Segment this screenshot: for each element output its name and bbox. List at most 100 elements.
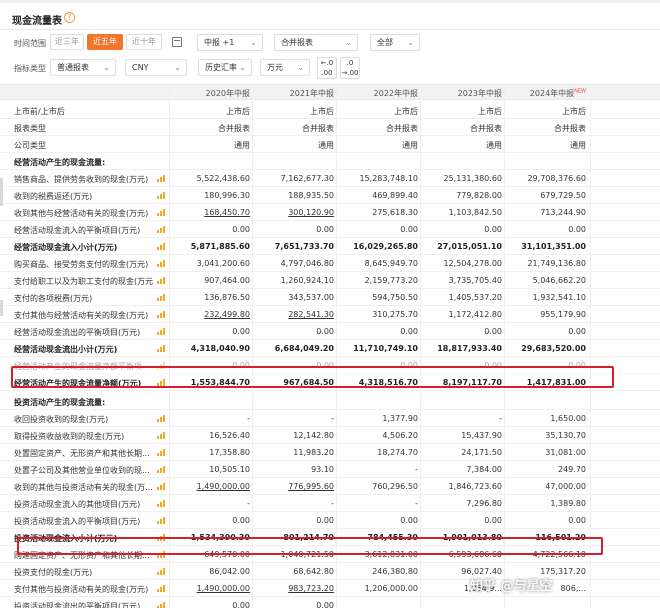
chart-icon[interactable] xyxy=(157,482,166,490)
chart-icon[interactable] xyxy=(157,601,166,608)
row-label: 收到其他与经营活动有关的现金(万元) xyxy=(14,209,149,218)
unit-select[interactable]: 万元 ⌄ xyxy=(260,59,310,76)
table-cell: 594,750.50 xyxy=(372,293,418,302)
chart-icon[interactable] xyxy=(157,310,166,318)
table-cell[interactable]: 1,490,000.00 xyxy=(170,584,250,593)
chart-icon[interactable] xyxy=(157,550,166,558)
row-label: 经营活动产生的现金流量: xyxy=(14,158,106,167)
chart-icon[interactable] xyxy=(157,361,166,369)
chart-icon[interactable] xyxy=(157,293,166,301)
table-row: 支付其他与经营活动有关的现金(万元) 232,499.80 282,541.30 31… xyxy=(0,306,660,323)
table-row: 公司类型 通用 通用 通用 通用 通用 xyxy=(0,136,660,153)
table-cell: 通用 xyxy=(234,141,250,150)
scope-select-value: 全部 xyxy=(377,38,393,47)
table-cell: 86,042.00 xyxy=(209,567,250,576)
chart-icon[interactable] xyxy=(157,378,166,386)
column-header[interactable]: 2023年中报 xyxy=(421,88,502,99)
chart-icon[interactable] xyxy=(157,242,166,250)
currency-select[interactable]: CNY ⌄ xyxy=(125,59,187,76)
row-label: 处置子公司及其他营业单位收到的现... xyxy=(14,466,150,475)
chart-icon[interactable] xyxy=(157,208,166,216)
chart-icon[interactable] xyxy=(157,533,166,541)
period-select-value: 中报 +1 xyxy=(204,38,235,47)
decrease-decimal-button[interactable]: ←.0.00 xyxy=(317,57,337,79)
chart-icon[interactable] xyxy=(157,465,166,473)
help-icon[interactable]: ? xyxy=(64,12,75,23)
table-cell: 4,797,046.80 xyxy=(280,259,334,268)
table-cell: - xyxy=(331,499,334,508)
scroll-handle[interactable] xyxy=(0,178,3,206)
row-label: 经营活动现金流入小计(万元) xyxy=(14,243,118,252)
fx-select[interactable]: 历史汇率 ⌄ xyxy=(198,59,252,76)
column-header[interactable]: 2021年中报 xyxy=(253,88,334,99)
table-cell: 0.00 xyxy=(400,327,418,336)
chart-icon[interactable] xyxy=(157,225,166,233)
table-row: 上市前/上市后 上市后 上市后 上市后 上市后 上市后 xyxy=(0,102,660,119)
column-header[interactable]: 2022年中报 xyxy=(337,88,418,99)
chart-icon[interactable] xyxy=(157,174,166,182)
chart-icon[interactable] xyxy=(157,516,166,524)
table-cell: 4,722,566.10 xyxy=(532,550,586,559)
chart-icon[interactable] xyxy=(157,431,166,439)
time-option-3y[interactable]: 近三年 xyxy=(50,34,84,50)
chart-icon[interactable] xyxy=(157,499,166,507)
table-cell[interactable]: 983,723.20 xyxy=(253,584,334,593)
chart-icon[interactable] xyxy=(157,448,166,456)
table-row: 经营活动现金流出小计(万元) 4,318,040.90 6,684,049.20 11… xyxy=(0,340,660,357)
table-cell: 1,172,412.80 xyxy=(448,310,502,319)
chart-icon[interactable] xyxy=(157,414,166,422)
chart-icon[interactable] xyxy=(157,567,166,575)
chart-icon[interactable] xyxy=(157,276,166,284)
table-cell[interactable]: 168,450.70 xyxy=(170,208,250,217)
table-cell: 907,464.00 xyxy=(204,276,250,285)
calendar-icon[interactable] xyxy=(172,37,182,47)
table-cell[interactable]: 776,995.60 xyxy=(253,482,334,491)
column-divider xyxy=(169,84,170,608)
time-option-5y[interactable]: 近五年 xyxy=(87,34,123,50)
table-cell[interactable]: 232,499.80 xyxy=(170,310,250,319)
table-cell: 通用 xyxy=(486,141,502,150)
column-header[interactable]: 2020年中报 xyxy=(170,88,250,99)
table-cell[interactable]: 282,541.30 xyxy=(253,310,334,319)
table-row: 经营活动产生的现金流量净额平衡项 0.00 0.00 0.00 0.00 0.00 xyxy=(0,357,660,374)
table-cell: 0.00 xyxy=(568,361,586,370)
table-cell: 0.00 xyxy=(316,361,334,370)
chevron-down-icon: ⌄ xyxy=(345,38,352,47)
chart-icon[interactable] xyxy=(157,259,166,267)
table-row: 购建固定资产、无形资产和其他长期... 649,570.00 1,040,721.5… xyxy=(0,546,660,563)
table-row: 收到的其他与投资活动有关的现金(万... 1,490,000.00 776,995.… xyxy=(0,478,660,495)
table-cell[interactable]: 1,490,000.00 xyxy=(170,482,250,491)
table-cell[interactable]: 300,120.90 xyxy=(253,208,334,217)
table-row: 支付给职工以及为职工支付的现金(万元) 907,464.00 1,260,924.1… xyxy=(0,272,660,289)
decimal-label: .0 xyxy=(346,59,354,67)
time-option-10y[interactable]: 近十年 xyxy=(126,34,162,50)
period-select[interactable]: 中报 +1 ⌄ xyxy=(197,34,263,51)
chart-icon[interactable] xyxy=(157,191,166,199)
increase-decimal-button[interactable]: .0 →.00 xyxy=(340,57,360,79)
indicator-select[interactable]: 普通报表 ⌄ xyxy=(50,59,116,76)
row-label: 支付给职工以及为职工支付的现金(万元) xyxy=(14,277,154,286)
row-label: 经营活动现金流入的平衡项目(万元) xyxy=(14,226,141,235)
chevron-down-icon: ⌄ xyxy=(174,63,181,72)
table-cell: 0.00 xyxy=(232,516,250,525)
chart-icon[interactable] xyxy=(157,327,166,335)
table-cell: 3,612,831.00 xyxy=(364,550,418,559)
table-cell: 713,244.90 xyxy=(540,208,586,217)
scroll-handle[interactable] xyxy=(0,300,3,316)
table-cell: 3,041,200.60 xyxy=(196,259,250,268)
unit-select-value: 万元 xyxy=(267,63,283,72)
table-cell: 15,437.90 xyxy=(461,431,502,440)
table-cell: 7,651,733.70 xyxy=(274,242,334,251)
row-label: 经营活动产生的现金流量净额平衡项 xyxy=(14,362,142,371)
chart-icon[interactable] xyxy=(157,344,166,352)
table-cell: 1,534,390.30 xyxy=(190,533,250,542)
table-cell: 0.00 xyxy=(568,516,586,525)
scope-select[interactable]: 全部 ⌄ xyxy=(370,34,420,51)
section-header-row: 投资活动产生的现金流量: xyxy=(0,393,660,410)
chart-icon[interactable] xyxy=(157,584,166,592)
table-cell: 29,708,376.60 xyxy=(527,174,586,183)
column-header[interactable]: 2024年中报NEW xyxy=(505,88,586,99)
report-type-select[interactable]: 合并报表 ⌄ xyxy=(274,34,358,51)
table-cell: 0.00 xyxy=(568,327,586,336)
table-cell: 4,506.20 xyxy=(382,431,418,440)
